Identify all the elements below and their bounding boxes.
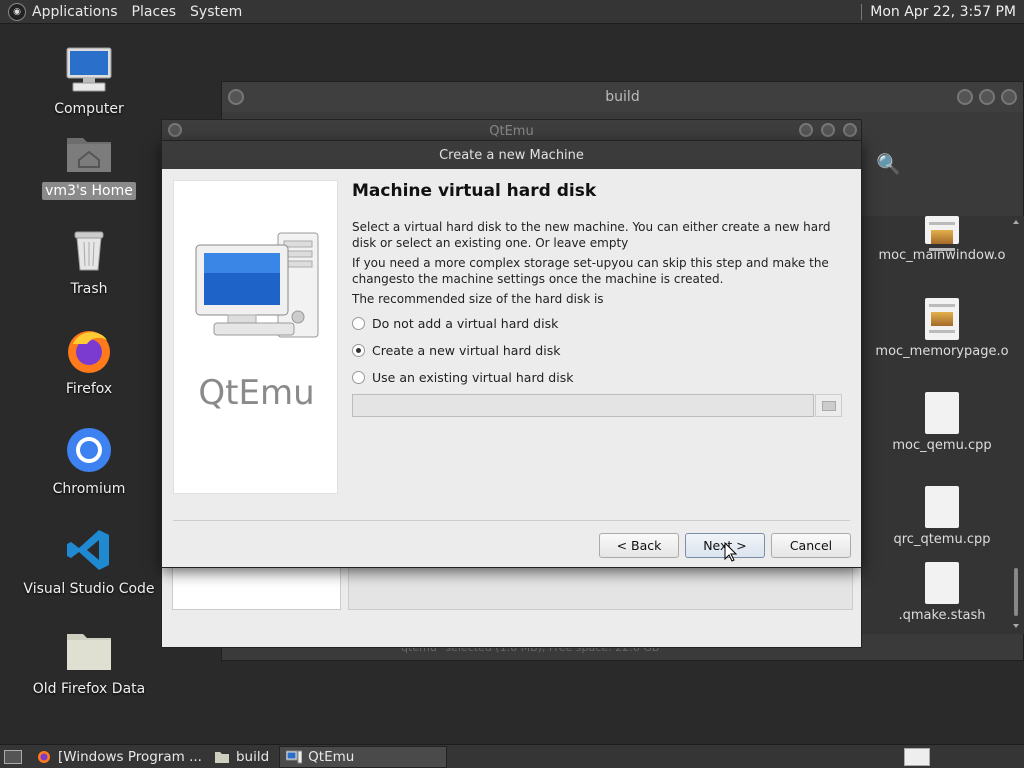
desktop-icon-trash[interactable]: Trash: [19, 224, 159, 298]
file-item[interactable]: moc_mainwindow.o: [862, 216, 1022, 263]
wizard-side-panel: QtEmu: [173, 180, 338, 494]
scrollbar[interactable]: [1011, 218, 1021, 630]
desktop-icon-label: Firefox: [65, 381, 113, 397]
qtemu-app-icon: [286, 750, 303, 764]
window-menu-icon[interactable]: [168, 123, 182, 137]
radio-button[interactable]: [352, 371, 365, 384]
browse-button[interactable]: [815, 394, 842, 417]
back-button[interactable]: < Back: [599, 533, 679, 558]
file-name: .qmake.stash: [898, 608, 986, 623]
file-name: qrc_qtemu.cpp: [893, 532, 991, 547]
folder-icon: [821, 400, 836, 411]
option-label: Do not add a virtual hard disk: [372, 316, 559, 331]
text-file-icon: [925, 486, 959, 528]
computer-illustration-icon: [192, 227, 322, 347]
minimize-icon[interactable]: [957, 89, 973, 105]
option-no-disk[interactable]: Do not add a virtual hard disk: [352, 313, 852, 334]
disk-path-row: [352, 394, 852, 417]
taskbar-item-label: build: [235, 748, 270, 765]
cancel-button[interactable]: Cancel: [771, 533, 851, 558]
file-item[interactable]: qrc_qtemu.cpp: [862, 486, 1022, 547]
build-window-titlebar[interactable]: build: [222, 82, 1023, 112]
taskbar-item-windows-program[interactable]: [Windows Program ...: [30, 746, 208, 768]
button-divider: [173, 520, 850, 521]
storage-note-text: If you need a more complex storage set-u…: [352, 256, 829, 286]
dialog-title: Create a new Machine: [162, 141, 861, 169]
window-title: QtEmu: [489, 123, 534, 139]
option-existing-disk[interactable]: Use an existing virtual hard disk: [352, 367, 852, 388]
option-label: Create a new virtual hard disk: [372, 343, 561, 358]
close-icon[interactable]: [1001, 89, 1017, 105]
taskbar-item-label: QtEmu: [308, 748, 355, 765]
radio-button[interactable]: [352, 317, 365, 330]
folder-icon: [63, 624, 115, 676]
new-machine-dialog[interactable]: Create a new Machine QtEmu Machine virtu…: [161, 140, 862, 568]
machine-details: [348, 566, 853, 610]
distro-logo-icon[interactable]: ◉: [8, 2, 26, 21]
desktop-icon-firefox[interactable]: Firefox: [19, 324, 159, 398]
qtemu-titlebar[interactable]: QtEmu: [162, 120, 861, 142]
maximize-icon[interactable]: [979, 89, 995, 105]
desktop-icon-label: Visual Studio Code: [23, 581, 155, 597]
desktop-icon-computer[interactable]: Computer: [19, 44, 159, 118]
file-item[interactable]: .qmake.stash: [862, 562, 1022, 623]
workspace-switcher[interactable]: [904, 747, 930, 766]
top-panel: ◉ Applications Places System Mon Apr 22,…: [0, 0, 1024, 24]
file-item[interactable]: moc_memorypage.o: [862, 298, 1022, 359]
menu-system[interactable]: System: [190, 4, 242, 20]
desktop-icon-chromium[interactable]: Chromium: [19, 424, 159, 498]
desktop-icon-vscode[interactable]: Visual Studio Code: [19, 524, 159, 598]
home-folder-icon: [63, 126, 115, 178]
desktop-icon-home[interactable]: vm3's Home: [19, 126, 159, 200]
text-file-icon: [925, 392, 959, 434]
brand-name: QtEmu: [198, 373, 315, 413]
desktop-icon-label: Trash: [70, 281, 108, 297]
page-heading: Machine virtual hard disk: [352, 181, 597, 201]
window-title: build: [605, 89, 640, 105]
recommended-size-text: The recommended size of the hard disk is: [352, 292, 604, 306]
desktop-icon-label: Chromium: [52, 481, 126, 497]
clock[interactable]: Mon Apr 22, 3:57 PM: [870, 4, 1016, 20]
firefox-icon: [63, 324, 115, 376]
wizard-content: Machine virtual hard disk Select a virtu…: [352, 181, 852, 417]
desktop-icon-label: Computer: [54, 101, 124, 117]
folder-icon: [214, 750, 230, 764]
file-name: moc_memorypage.o: [875, 344, 1009, 359]
top-panel-right: Mon Apr 22, 3:57 PM: [861, 3, 1024, 20]
text-file-icon: [925, 562, 959, 604]
file-name: moc_qemu.cpp: [892, 438, 992, 453]
show-desktop-icon[interactable]: [4, 749, 22, 764]
file-name: moc_mainwindow.o: [878, 248, 1006, 263]
chromium-icon: [63, 424, 115, 476]
desktop-icon-label: Old Firefox Data: [32, 681, 146, 697]
menu-applications[interactable]: Applications: [32, 4, 118, 20]
file-grid: moc_mainwindow.o moc_memorypage.o moc_qe…: [862, 216, 1024, 634]
firefox-icon: [36, 750, 52, 764]
panel-separator: [861, 3, 863, 20]
close-icon[interactable]: [843, 123, 857, 137]
option-label: Use an existing virtual hard disk: [372, 370, 574, 385]
taskbar-item-build[interactable]: build: [208, 746, 275, 768]
file-item[interactable]: moc_qemu.cpp: [862, 392, 1022, 453]
menu-places[interactable]: Places: [132, 4, 177, 20]
image-file-icon: [925, 298, 959, 340]
window-menu-icon[interactable]: [228, 89, 244, 105]
taskbar-item-label: [Windows Program ...: [58, 748, 202, 765]
trash-icon: [63, 224, 115, 276]
minimize-icon[interactable]: [799, 123, 813, 137]
taskbar-item-qtemu[interactable]: QtEmu: [279, 745, 448, 768]
option-create-disk[interactable]: Create a new virtual hard disk: [352, 340, 852, 361]
description-text: Select a virtual hard disk to the new ma…: [352, 220, 831, 250]
vscode-icon: [63, 524, 115, 576]
computer-icon: [63, 44, 115, 96]
desktop-icon-old-firefox-data[interactable]: Old Firefox Data: [19, 624, 159, 698]
image-file-icon: [925, 216, 959, 244]
disk-path-input[interactable]: [352, 394, 814, 417]
maximize-icon[interactable]: [821, 123, 835, 137]
radio-button-selected[interactable]: [352, 344, 365, 357]
bottom-panel: [Windows Program ... build QtEmu: [0, 744, 1024, 768]
search-icon[interactable]: 🔍: [876, 152, 901, 176]
machine-list[interactable]: [172, 566, 341, 610]
desktop-icon-label: vm3's Home: [42, 182, 136, 200]
